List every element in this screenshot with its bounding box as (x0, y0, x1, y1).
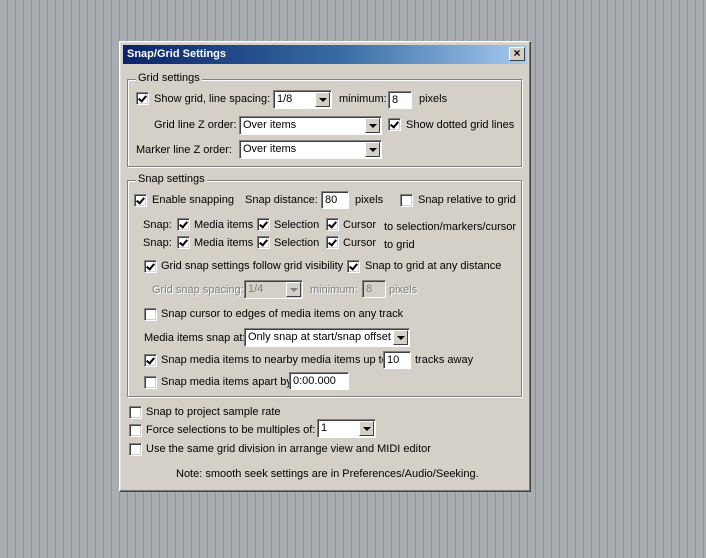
follow-visibility-label: Grid snap settings follow grid visibilit… (161, 260, 344, 272)
title-bar[interactable]: Snap/Grid Settings × (123, 45, 527, 64)
chevron-down-icon (359, 421, 374, 436)
nearby-tracks-input[interactable]: 10 (383, 351, 411, 369)
grid-z-order-label: Grid line Z order: (154, 119, 237, 131)
close-icon: × (513, 46, 521, 60)
snap-row1-media-checkbox[interactable] (177, 218, 190, 231)
snap-row1-cursor-label: Cursor (343, 219, 377, 231)
cursor-edges-label: Snap cursor to edges of media items on a… (161, 308, 404, 320)
snap-row1-suffix: to selection/markers/cursor (384, 221, 517, 233)
sample-rate-checkbox[interactable] (129, 406, 142, 419)
snap-settings-legend: Snap settings (136, 173, 207, 185)
chevron-down-icon (365, 142, 380, 157)
line-spacing-value: 1/8 (277, 93, 293, 105)
follow-visibility-checkbox[interactable] (144, 260, 157, 273)
media-snap-label: Media items snap at: (144, 332, 246, 344)
chevron-down-icon (393, 330, 408, 345)
sample-rate-label: Snap to project sample rate (146, 406, 281, 418)
grid-minimum-label: minimum: (339, 93, 387, 105)
snap-row2-selection-label: Selection (274, 237, 320, 249)
snap-row2-prefix: Snap: (143, 237, 172, 249)
any-distance-label: Snap to grid at any distance (365, 260, 502, 272)
snap-grid-dialog: Snap/Grid Settings × Grid settings Show … (119, 41, 531, 492)
snap-row2-suffix: to grid (384, 239, 415, 251)
show-dotted-checkbox[interactable] (388, 118, 401, 131)
media-snap-value: Only snap at start/snap offset (248, 331, 391, 343)
grid-z-order-select[interactable]: Over items (239, 116, 382, 135)
snap-distance-label: Snap distance: (245, 194, 318, 206)
multiples-select[interactable]: 1 (317, 419, 376, 438)
snap-relative-checkbox[interactable] (400, 194, 413, 207)
dialog-title: Snap/Grid Settings (127, 48, 227, 60)
snap-row1-media-label: Media items (194, 219, 254, 231)
tracks-away-label: tracks away (415, 354, 474, 366)
snap-row1-selection-checkbox[interactable] (257, 218, 270, 231)
chevron-down-icon (286, 282, 301, 297)
grid-snap-pixels-label: pixels (389, 284, 418, 296)
snap-relative-label: Snap relative to grid (418, 194, 516, 206)
force-multiples-label: Force selections to be multiples of: (146, 424, 316, 436)
snap-row2-cursor-checkbox[interactable] (326, 236, 339, 249)
grid-pixels-label: pixels (419, 93, 448, 105)
snap-row1-cursor-checkbox[interactable] (326, 218, 339, 231)
close-button[interactable]: × (509, 47, 525, 61)
grid-snap-spacing-value: 1/4 (248, 283, 264, 295)
apart-value-input[interactable]: 0:00.000 (289, 372, 349, 390)
grid-z-order-value: Over items (243, 119, 297, 131)
marker-z-order-label: Marker line Z order: (136, 144, 232, 156)
grid-snap-spacing-select[interactable]: 1/4 (244, 280, 303, 299)
line-spacing-select[interactable]: 1/8 (273, 90, 332, 109)
snap-row2-cursor-label: Cursor (343, 237, 377, 249)
grid-snap-spacing-label: Grid snap spacing: (152, 284, 244, 296)
marker-z-order-select[interactable]: Over items (239, 140, 382, 159)
show-grid-checkbox[interactable] (136, 92, 149, 105)
nearby-label: Snap media items to nearby media items u… (161, 354, 391, 366)
nearby-checkbox[interactable] (144, 354, 157, 367)
same-grid-checkbox[interactable] (129, 443, 142, 456)
snap-distance-pixels: pixels (355, 194, 384, 206)
show-grid-label: Show grid, line spacing: (154, 93, 271, 105)
same-grid-label: Use the same grid division in arrange vi… (146, 443, 431, 455)
any-distance-checkbox[interactable] (347, 260, 360, 273)
grid-snap-minimum-label: minimum: (310, 284, 358, 296)
snap-row2-media-label: Media items (194, 237, 254, 249)
snap-row2-selection-checkbox[interactable] (257, 236, 270, 249)
snap-row1-selection-label: Selection (274, 219, 320, 231)
snap-row1-prefix: Snap: (143, 219, 172, 231)
enable-snapping-checkbox[interactable] (134, 194, 147, 207)
grid-snap-minimum-input[interactable]: 8 (362, 280, 386, 298)
cursor-edges-checkbox[interactable] (144, 308, 157, 321)
enable-snapping-label: Enable snapping (152, 194, 234, 206)
chevron-down-icon (315, 92, 330, 107)
snap-distance-input[interactable]: 80 (321, 191, 349, 209)
show-dotted-label: Show dotted grid lines (406, 119, 515, 131)
grid-settings-legend: Grid settings (136, 72, 202, 84)
seek-note: Note: smooth seek settings are in Prefer… (176, 468, 479, 480)
force-multiples-checkbox[interactable] (129, 424, 142, 437)
apart-checkbox[interactable] (144, 376, 157, 389)
chevron-down-icon (365, 118, 380, 133)
grid-minimum-input[interactable]: 8 (388, 91, 412, 109)
snap-row2-media-checkbox[interactable] (177, 236, 190, 249)
media-snap-select[interactable]: Only snap at start/snap offset (244, 328, 410, 347)
apart-label: Snap media items apart by: (161, 376, 295, 388)
marker-z-order-value: Over items (243, 143, 297, 155)
multiples-value: 1 (321, 422, 328, 434)
